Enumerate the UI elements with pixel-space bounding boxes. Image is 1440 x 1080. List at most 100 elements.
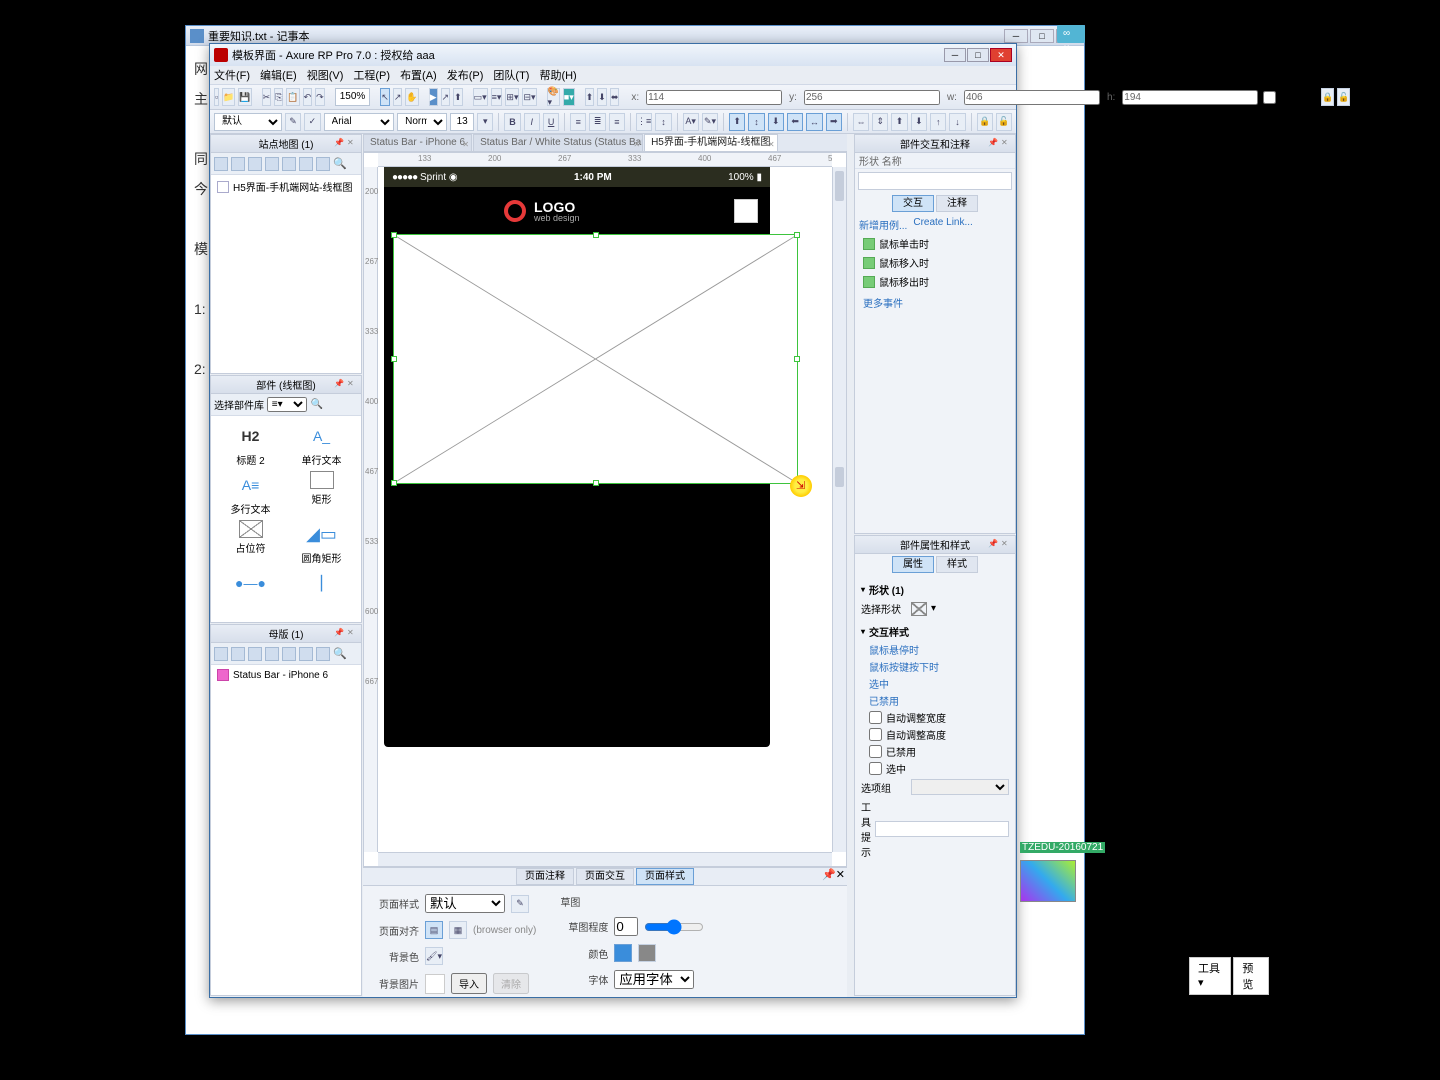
color-mode-color-button[interactable] bbox=[614, 944, 632, 962]
panel-pin-icon[interactable]: 📌 bbox=[334, 628, 346, 640]
tab-h5[interactable]: H5界面-手机端网站-线框图✕ bbox=[644, 134, 777, 151]
sketch-font-select[interactable]: 应用字体 bbox=[614, 970, 694, 989]
widget-rectangle[interactable]: 矩形 bbox=[288, 471, 355, 516]
ix-selected-link[interactable]: 选中 bbox=[869, 680, 889, 691]
shape-dropdown-icon[interactable]: ▾ bbox=[931, 603, 936, 614]
pagestyle-select[interactable]: 默认 bbox=[425, 894, 505, 913]
save-button[interactable]: 💾 bbox=[238, 88, 251, 106]
widget-label[interactable]: A_单行文本 bbox=[288, 422, 355, 467]
h-input[interactable] bbox=[1122, 90, 1258, 105]
maximize-button[interactable]: □ bbox=[1030, 29, 1054, 43]
widget-placeholder[interactable]: 占位符 bbox=[217, 520, 284, 565]
import-button[interactable]: 导入 bbox=[451, 973, 487, 994]
tools-dropdown-button[interactable]: 工具 ▾ bbox=[1189, 957, 1231, 995]
x-input[interactable] bbox=[646, 90, 782, 105]
widget-vline[interactable]: ⎮ bbox=[288, 569, 355, 599]
bring-front-button[interactable]: ⬆ bbox=[891, 113, 907, 131]
menu-file[interactable]: 文件(F) bbox=[214, 67, 250, 83]
page-outdent-button[interactable] bbox=[299, 157, 313, 171]
connect-mode-button[interactable]: ↗ bbox=[393, 88, 403, 106]
resize-handle-s[interactable] bbox=[593, 480, 599, 486]
panel-pin-icon[interactable]: 📌 bbox=[334, 379, 346, 391]
master-indent-button[interactable] bbox=[282, 647, 296, 661]
axure-minimize-button[interactable]: ─ bbox=[944, 48, 966, 62]
fill-button[interactable]: 🎨▾ bbox=[547, 88, 560, 106]
valign-top-button[interactable]: ⬆ bbox=[729, 113, 745, 131]
align-center-text-button[interactable]: ≣ bbox=[589, 113, 605, 131]
menu-project[interactable]: 工程(P) bbox=[353, 67, 390, 83]
canvas[interactable]: ●●●●● Sprint ◉ 1:40 PM 100% ▮ bbox=[378, 167, 832, 852]
panel-pin-icon[interactable]: 📌 bbox=[988, 138, 1000, 150]
disabled-checkbox[interactable] bbox=[869, 745, 882, 758]
add-page-button[interactable] bbox=[214, 157, 228, 171]
share-button[interactable]: ↗ bbox=[441, 88, 451, 106]
fontsize-step[interactable]: ▾ bbox=[477, 113, 493, 131]
panel-close-icon[interactable]: ✕ bbox=[836, 869, 845, 881]
align-right-text-button[interactable]: ≡ bbox=[609, 113, 625, 131]
clear-button[interactable]: 清除 bbox=[493, 973, 529, 994]
shape-section-head[interactable]: 形状 (1) bbox=[861, 582, 1009, 597]
axure-titlebar[interactable]: 模板界面 - Axure RP Pro 7.0 : 授权给 aaa ─ □ ✕ bbox=[210, 44, 1016, 66]
halign-mid-button[interactable]: ↔ bbox=[806, 113, 822, 131]
selgroup-select[interactable] bbox=[911, 779, 1009, 795]
page-up-button[interactable] bbox=[248, 157, 262, 171]
border-button[interactable]: ■▾ bbox=[563, 88, 575, 106]
panel-close-icon[interactable]: ✕ bbox=[347, 379, 359, 391]
shape-name-input[interactable] bbox=[858, 172, 1012, 190]
hidden-checkbox[interactable] bbox=[1263, 91, 1276, 104]
master-item[interactable]: Status Bar - iPhone 6 bbox=[213, 667, 359, 683]
color-mode-gray-button[interactable] bbox=[638, 944, 656, 962]
taskbar-thumbnail[interactable] bbox=[1020, 860, 1076, 902]
weight-select[interactable]: Normal bbox=[397, 113, 447, 131]
auto-width-checkbox[interactable] bbox=[869, 711, 882, 724]
bold-button[interactable]: B bbox=[504, 113, 520, 131]
menu-team[interactable]: 团队(T) bbox=[493, 67, 529, 83]
w-input[interactable] bbox=[964, 90, 1100, 105]
panel-pin-icon[interactable]: 📌 bbox=[988, 539, 1000, 551]
panel-pin-icon[interactable]: 📌 bbox=[822, 869, 836, 881]
tab-page-interactions[interactable]: 页面交互 bbox=[576, 868, 634, 885]
ungroup-button[interactable]: ≡▾ bbox=[491, 88, 503, 106]
menu-edit[interactable]: 编辑(E) bbox=[260, 67, 297, 83]
pan-mode-button[interactable]: ✋ bbox=[405, 88, 418, 106]
resize-handle-ne[interactable] bbox=[794, 232, 800, 238]
sketch-slider[interactable] bbox=[644, 919, 704, 935]
halign-right-button[interactable]: ➡ bbox=[826, 113, 842, 131]
widget-search-icon[interactable]: 🔍 bbox=[311, 399, 323, 410]
new-case-link[interactable]: 新增用例... bbox=[859, 217, 907, 232]
ix-mousedown-link[interactable]: 鼠标按键按下时 bbox=[869, 663, 939, 674]
resize-handle-sw[interactable] bbox=[391, 480, 397, 486]
select-mode-button[interactable]: ↖ bbox=[380, 88, 390, 106]
distribute-button[interactable]: ⊟▾ bbox=[522, 88, 536, 106]
page-indent-button[interactable] bbox=[282, 157, 296, 171]
valign-mid-button[interactable]: ↕ bbox=[748, 113, 764, 131]
menu-publish[interactable]: 发布(P) bbox=[447, 67, 484, 83]
align-left-button[interactable]: ⬌ bbox=[610, 88, 620, 106]
tab-notes[interactable]: 注释 bbox=[936, 195, 978, 212]
tab-page-notes[interactable]: 页面注释 bbox=[516, 868, 574, 885]
align-button[interactable]: ⊞▾ bbox=[505, 88, 519, 106]
valign-bot-button[interactable]: ⬇ bbox=[768, 113, 784, 131]
tooltip-input[interactable] bbox=[875, 821, 1009, 837]
master-down-button[interactable] bbox=[265, 647, 279, 661]
minimize-button[interactable]: ─ bbox=[1004, 29, 1028, 43]
bring-forward-button[interactable]: ↑ bbox=[930, 113, 946, 131]
panel-pin-icon[interactable]: 📌 bbox=[334, 138, 346, 150]
lock2-button[interactable]: 🔒 bbox=[977, 113, 993, 131]
send-back-button[interactable]: ⬇ bbox=[911, 113, 927, 131]
event-onmouseleave[interactable]: 鼠标移出时 bbox=[855, 272, 1015, 291]
menu-view[interactable]: 视图(V) bbox=[307, 67, 344, 83]
new-button[interactable]: ▫ bbox=[214, 88, 219, 106]
widget-hline[interactable]: ●—● bbox=[217, 569, 284, 599]
tab-page-style[interactable]: 页面样式 bbox=[636, 868, 694, 885]
canvas-scrollbar-h[interactable] bbox=[378, 852, 832, 866]
shape-type-icon[interactable] bbox=[911, 602, 927, 616]
unlock2-button[interactable]: 🔓 bbox=[996, 113, 1012, 131]
panel-close-icon[interactable]: ✕ bbox=[1001, 539, 1013, 551]
tab-statusbar[interactable]: Status Bar - iPhone 6✕ bbox=[363, 134, 472, 151]
tab-style[interactable]: 样式 bbox=[936, 556, 978, 573]
panel-close-icon[interactable]: ✕ bbox=[347, 628, 359, 640]
master-search-icon[interactable]: 🔍 bbox=[333, 647, 347, 661]
resize-handle-w[interactable] bbox=[391, 356, 397, 362]
ix-hover-link[interactable]: 鼠标悬停时 bbox=[869, 646, 919, 657]
